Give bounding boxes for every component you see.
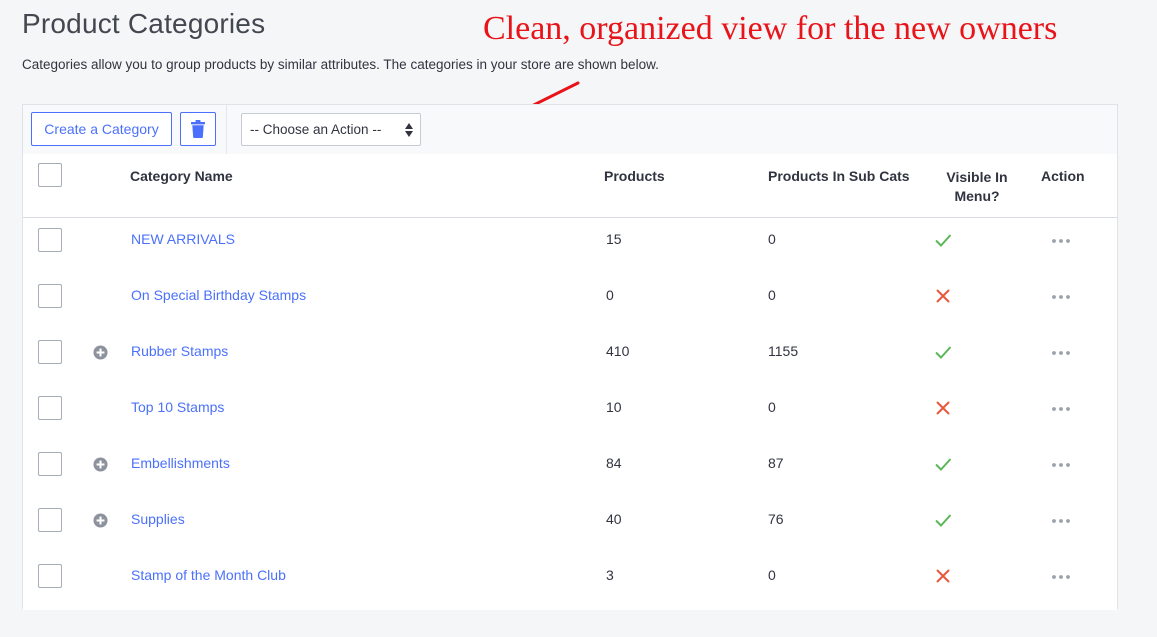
more-actions-icon[interactable] — [1051, 574, 1071, 580]
products-count: 40 — [606, 511, 622, 527]
row-checkbox[interactable] — [38, 564, 62, 588]
choose-action-select[interactable]: -- Choose an Action -- — [241, 113, 421, 146]
sub-products-count: 0 — [768, 231, 776, 247]
check-icon[interactable] — [934, 455, 952, 473]
table-row: Embellishments 84 87 — [23, 442, 1117, 499]
table-row: NEW ARRIVALS 15 0 — [23, 218, 1117, 275]
row-checkbox[interactable] — [38, 228, 62, 252]
sub-products-count: 87 — [768, 455, 784, 471]
row-checkbox[interactable] — [38, 284, 62, 308]
trash-icon — [191, 120, 205, 138]
category-name-link[interactable]: Rubber Stamps — [131, 343, 228, 359]
table-toolbar: Create a Category -- Choose an Action -- — [23, 105, 1117, 155]
products-count: 0 — [606, 287, 614, 303]
column-header-products: Products — [604, 168, 665, 184]
table-header: Category Name Products Products In Sub C… — [23, 154, 1117, 218]
category-name-link[interactable]: Embellishments — [131, 455, 230, 471]
expand-plus-icon[interactable] — [93, 457, 108, 472]
table-row: Rubber Stamps 410 1155 — [23, 330, 1117, 387]
sub-products-count: 0 — [768, 287, 776, 303]
more-actions-icon[interactable] — [1051, 406, 1071, 412]
products-count: 15 — [606, 231, 622, 247]
page-title: Product Categories — [22, 8, 266, 39]
more-actions-icon[interactable] — [1051, 462, 1071, 468]
category-name-link[interactable]: Supplies — [131, 511, 185, 527]
expand-plus-icon[interactable] — [93, 345, 108, 360]
select-arrows-icon — [405, 123, 413, 137]
check-icon[interactable] — [934, 231, 952, 249]
category-name-link[interactable]: NEW ARRIVALS — [131, 231, 235, 247]
sub-products-count: 1155 — [768, 343, 799, 359]
more-actions-icon[interactable] — [1051, 350, 1071, 356]
delete-button[interactable] — [180, 112, 216, 146]
table-row: On Special Birthday Stamps 0 0 — [23, 274, 1117, 331]
sub-products-count: 76 — [768, 511, 784, 527]
table-row: Top 10 Stamps 10 0 — [23, 386, 1117, 443]
more-actions-icon[interactable] — [1051, 294, 1071, 300]
more-actions-icon[interactable] — [1051, 518, 1071, 524]
column-header-category-name: Category Name — [130, 168, 233, 184]
category-name-link[interactable]: Stamp of the Month Club — [131, 567, 286, 583]
row-checkbox[interactable] — [38, 452, 62, 476]
column-header-action: Action — [1041, 168, 1085, 184]
products-count: 84 — [606, 455, 622, 471]
categories-panel: Create a Category -- Choose an Action --… — [22, 104, 1118, 610]
column-header-products-in-sub-cats: Products In Sub Cats — [768, 168, 910, 184]
row-checkbox[interactable] — [38, 508, 62, 532]
toolbar-divider — [226, 105, 227, 154]
sub-products-count: 0 — [768, 399, 776, 415]
select-all-checkbox[interactable] — [38, 163, 62, 187]
row-checkbox[interactable] — [38, 340, 62, 364]
check-icon[interactable] — [934, 343, 952, 361]
products-count: 3 — [606, 567, 614, 583]
products-count: 10 — [606, 399, 622, 415]
page-description: Categories allow you to group products b… — [22, 57, 659, 72]
category-name-link[interactable]: On Special Birthday Stamps — [131, 287, 306, 303]
category-name-link[interactable]: Top 10 Stamps — [131, 399, 224, 415]
choose-action-value: -- Choose an Action -- — [250, 122, 382, 137]
check-icon[interactable] — [934, 511, 952, 529]
cross-icon[interactable] — [934, 287, 952, 305]
cross-icon[interactable] — [934, 399, 952, 417]
table-row: Supplies 40 76 — [23, 498, 1117, 555]
table-row: Stamp of the Month Club 3 0 — [23, 554, 1117, 610]
more-actions-icon[interactable] — [1051, 238, 1071, 244]
products-count: 410 — [606, 343, 630, 359]
expand-plus-icon[interactable] — [93, 513, 108, 528]
row-checkbox[interactable] — [38, 396, 62, 420]
column-header-visible-in-menu: Visible In Menu? — [946, 169, 1008, 204]
cross-icon[interactable] — [934, 567, 952, 585]
sub-products-count: 0 — [768, 567, 776, 583]
annotation-text: Clean, organized view for the new owners — [483, 10, 1058, 47]
create-category-button[interactable]: Create a Category — [31, 112, 172, 146]
